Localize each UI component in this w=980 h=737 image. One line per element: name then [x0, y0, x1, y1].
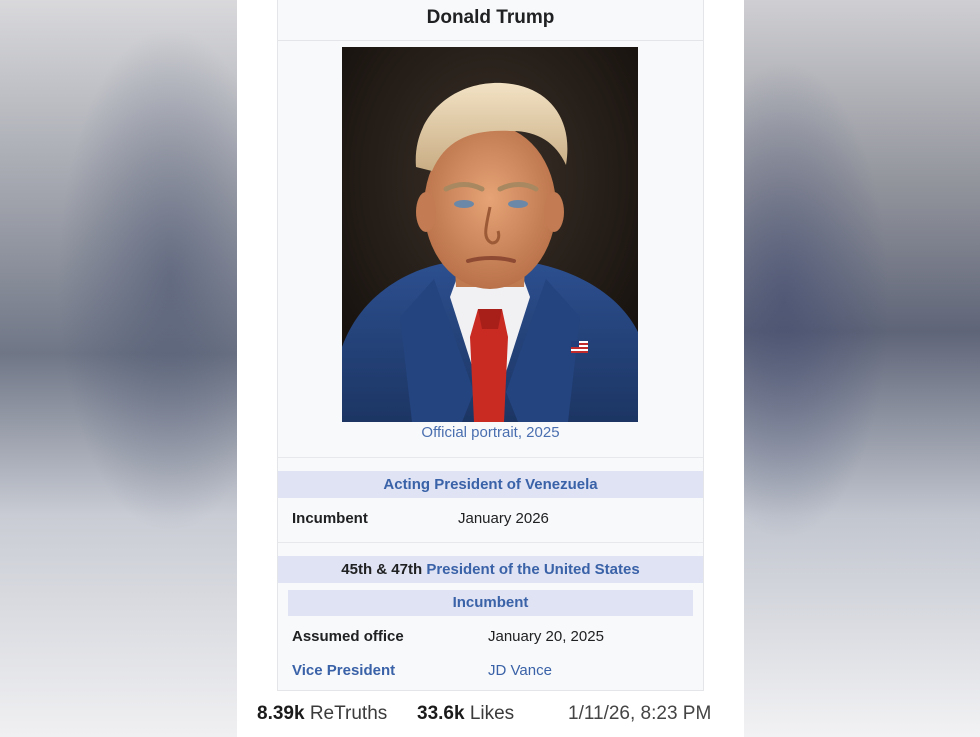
- vice-president-label-link[interactable]: Vice President: [292, 662, 395, 679]
- section-header-us-president: 45th & 47th President of the United Stat…: [278, 556, 703, 583]
- likes-count: 33.6k: [417, 703, 465, 724]
- blurred-background-right: [744, 0, 980, 737]
- vice-president-name-link[interactable]: JD Vance: [488, 662, 552, 679]
- us-president-link[interactable]: President of the United States: [426, 561, 639, 578]
- infobox-title: Donald Trump: [278, 0, 703, 41]
- incumbent-subheader-link[interactable]: Incumbent: [288, 590, 693, 616]
- incumbent-date: January 2026: [458, 510, 549, 527]
- post-timestamp: 1/11/26, 8:23 PM: [568, 703, 712, 724]
- post-stats-bar: 8.39k ReTruths 33.6k Likes 1/11/26, 8:23…: [237, 703, 744, 733]
- divider: [278, 457, 703, 458]
- retruths-count: 8.39k: [257, 703, 305, 724]
- section-header-venezuela[interactable]: Acting President of Venezuela: [278, 471, 703, 498]
- office-ordinal: 45th & 47th: [341, 561, 423, 578]
- incumbent-label: Incumbent: [292, 510, 368, 527]
- retruths-label: ReTruths: [309, 703, 388, 724]
- likes-label: Likes: [469, 703, 515, 724]
- screenshot-stage: Donald Trump Official portrait, 2025 Act…: [0, 0, 980, 737]
- likes-stat[interactable]: 33.6k Likes: [417, 703, 514, 725]
- post-card: Donald Trump Official portrait, 2025 Act…: [237, 0, 744, 737]
- portrait-caption-link[interactable]: Official portrait, 2025: [278, 424, 703, 441]
- blurred-background-left: [0, 0, 237, 737]
- portrait-image: [342, 47, 638, 422]
- retruths-stat[interactable]: 8.39k ReTruths: [257, 703, 387, 725]
- wikipedia-infobox: Donald Trump Official portrait, 2025 Act…: [277, 0, 704, 691]
- assumed-office-label: Assumed office: [292, 628, 404, 645]
- assumed-office-date: January 20, 2025: [488, 628, 604, 645]
- divider: [278, 542, 703, 543]
